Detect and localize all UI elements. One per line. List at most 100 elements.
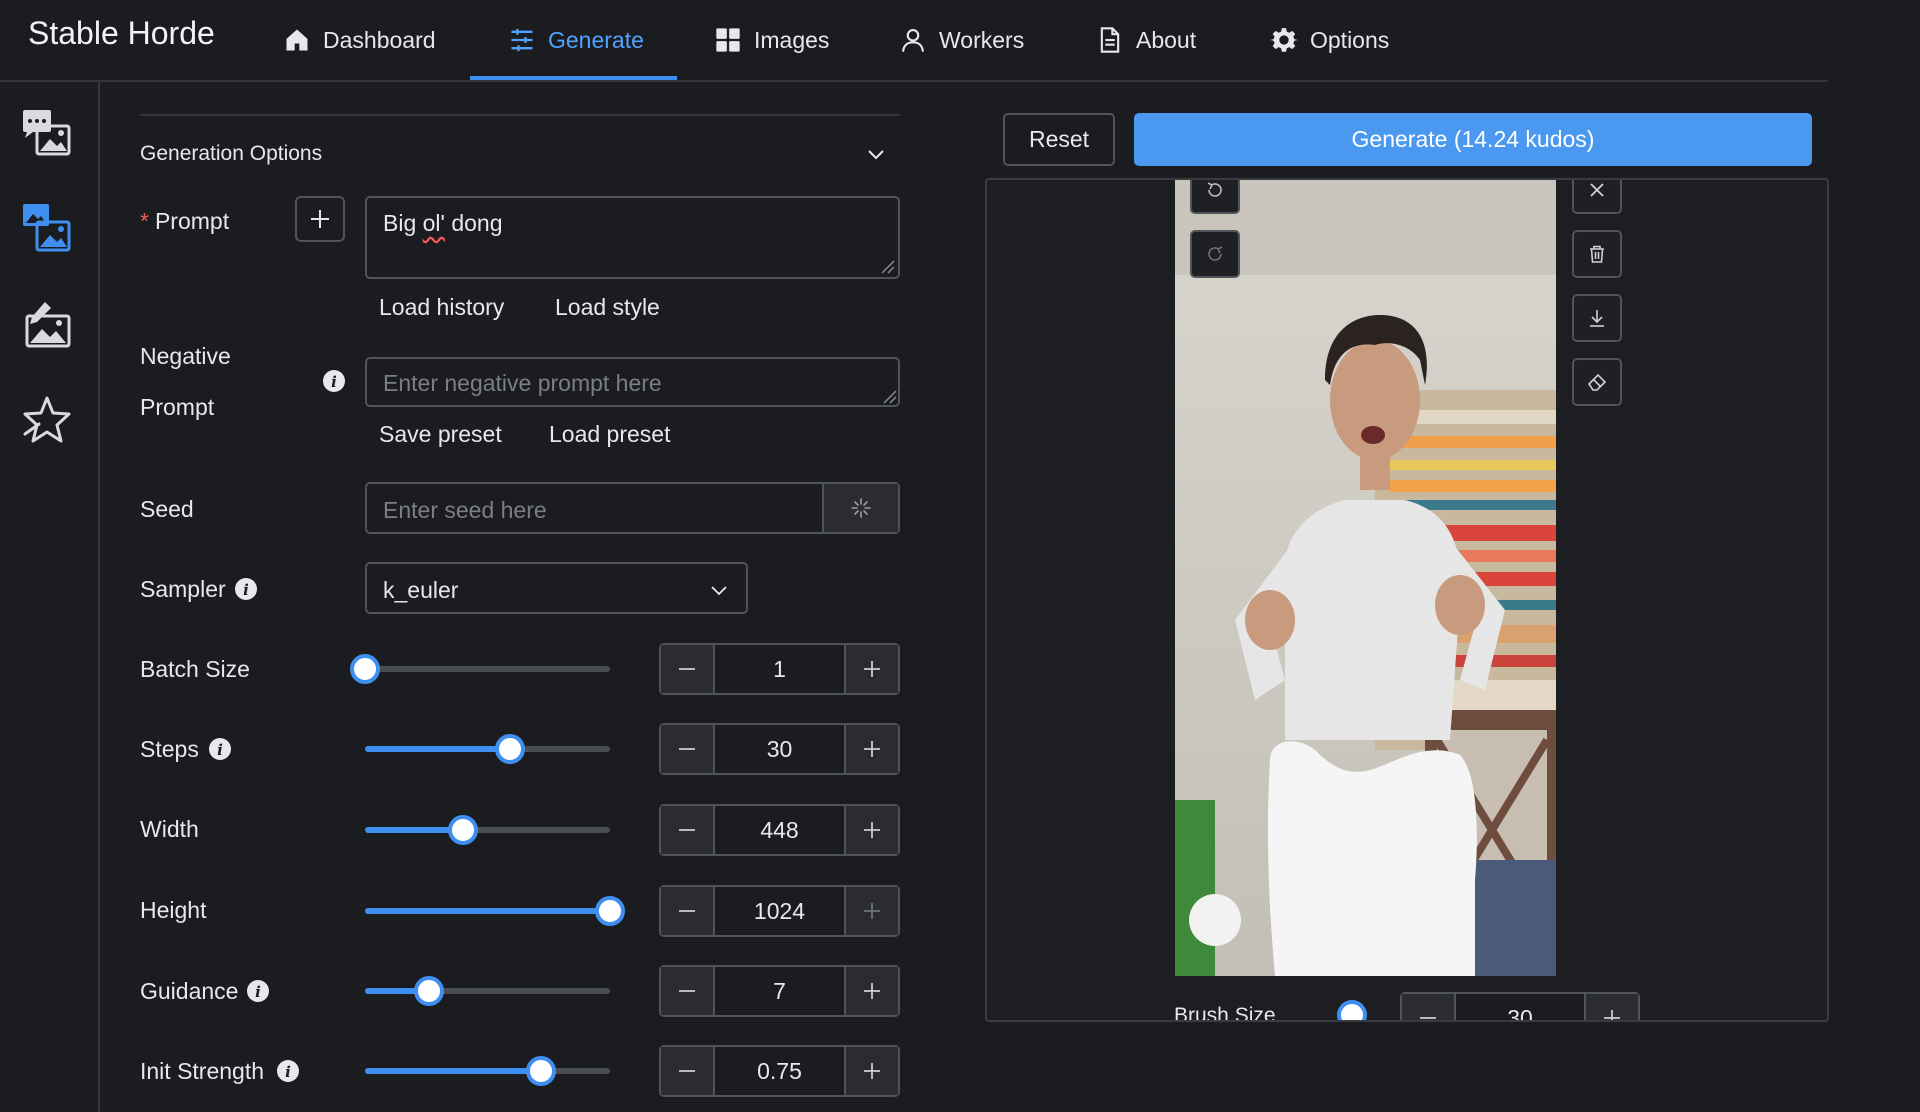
nav-images-label: Images	[754, 26, 830, 53]
load-history-link[interactable]: Load history	[379, 294, 504, 321]
resize-grip-icon[interactable]	[878, 257, 896, 275]
increment-button[interactable]	[846, 967, 898, 1015]
increment-button[interactable]	[846, 887, 898, 935]
width-value[interactable]: 448	[713, 806, 846, 854]
info-icon[interactable]: i	[234, 577, 258, 601]
grid-icon	[716, 28, 740, 52]
init-strength-value[interactable]: 0.75	[713, 1047, 846, 1095]
source-image[interactable]	[1175, 180, 1556, 976]
info-icon[interactable]: i	[246, 979, 270, 1003]
slider-thumb[interactable]	[526, 1056, 557, 1086]
section-divider	[140, 114, 900, 116]
slider-thumb[interactable]	[595, 896, 625, 926]
decrement-button[interactable]	[661, 967, 713, 1015]
brush-size-stepper: 30	[1400, 992, 1640, 1020]
add-prompt-button[interactable]	[295, 196, 345, 242]
nav-generate[interactable]: Generate	[508, 0, 644, 80]
decrement-button[interactable]	[661, 887, 713, 935]
decrement-button[interactable]	[661, 725, 713, 773]
undo-button[interactable]	[1190, 180, 1240, 214]
minus-icon	[1420, 1017, 1436, 1019]
image-to-image-icon[interactable]	[21, 202, 73, 254]
sampler-select[interactable]: k_euler	[365, 562, 748, 614]
eraser-button[interactable]	[1572, 358, 1622, 406]
plus-icon	[864, 983, 880, 999]
info-icon[interactable]: i	[276, 1059, 300, 1083]
increment-button[interactable]	[846, 645, 898, 693]
inpainting-icon[interactable]	[21, 298, 73, 350]
init-strength-slider[interactable]	[365, 1056, 610, 1086]
undo-icon	[1207, 182, 1222, 197]
increment-button[interactable]	[846, 1047, 898, 1095]
delete-button[interactable]	[1572, 230, 1622, 278]
guidance-slider[interactable]	[365, 976, 610, 1006]
nav-options[interactable]: Options	[1270, 0, 1389, 80]
trash-icon	[1590, 245, 1604, 263]
download-button[interactable]	[1572, 294, 1622, 342]
reset-button[interactable]: Reset	[1003, 113, 1115, 166]
load-style-link[interactable]: Load style	[555, 294, 660, 321]
negative-prompt-input[interactable]: Enter negative prompt here	[365, 357, 900, 407]
close-button[interactable]	[1572, 180, 1622, 214]
load-preset-link[interactable]: Load preset	[549, 421, 670, 448]
seed-input[interactable]: Enter seed here	[367, 484, 822, 532]
guidance-value[interactable]: 7	[713, 967, 846, 1015]
brand-title[interactable]: Stable Horde	[28, 15, 215, 52]
decrement-button[interactable]	[661, 645, 713, 693]
increment-button[interactable]	[1586, 994, 1638, 1020]
slider-thumb[interactable]	[413, 976, 444, 1006]
batch-size-slider[interactable]	[350, 654, 610, 684]
eraser-icon	[1587, 373, 1607, 391]
brush-size-thumb[interactable]	[1337, 1000, 1367, 1020]
slider-fill	[365, 746, 510, 752]
increment-button[interactable]	[846, 806, 898, 854]
batch-size-value[interactable]: 1	[713, 645, 846, 693]
save-preset-link[interactable]: Save preset	[379, 421, 502, 448]
nav-generate-label: Generate	[548, 26, 644, 53]
decrement-button[interactable]	[1402, 994, 1454, 1020]
gear-icon	[1270, 28, 1298, 52]
info-icon[interactable]: i	[208, 737, 232, 761]
nav-images[interactable]: Images	[714, 0, 829, 80]
generate-button[interactable]: Generate (14.24 kudos)	[1134, 113, 1812, 166]
height-label: Height	[140, 897, 207, 923]
redo-button[interactable]	[1190, 230, 1240, 278]
slider-thumb[interactable]	[350, 654, 380, 684]
width-slider[interactable]	[365, 815, 610, 845]
rating-star-icon[interactable]	[21, 394, 73, 446]
steps-label: Steps	[140, 736, 199, 762]
seed-label: Seed	[140, 496, 194, 522]
image-editor-canvas[interactable]: Brush Size 30	[985, 178, 1829, 1022]
nav-workers[interactable]: Workers	[899, 0, 1024, 80]
info-icon[interactable]: i	[322, 369, 346, 393]
prompt-input[interactable]: Big ol' dong	[365, 196, 900, 279]
user-icon	[902, 29, 924, 52]
decrement-button[interactable]	[661, 1047, 713, 1095]
chevron-down-icon[interactable]	[864, 142, 888, 166]
height-value[interactable]: 1024	[713, 887, 846, 935]
slider-fill	[365, 908, 610, 914]
nav-dashboard-label: Dashboard	[323, 26, 436, 53]
slider-thumb[interactable]	[448, 815, 478, 845]
sliders-icon	[511, 28, 533, 52]
steps-stepper: 30	[659, 723, 900, 775]
random-seed-button[interactable]	[822, 484, 898, 532]
home-icon	[286, 29, 308, 51]
minus-icon	[679, 748, 695, 750]
decrement-button[interactable]	[661, 806, 713, 854]
generation-options-title[interactable]: Generation Options	[140, 142, 322, 166]
text-to-image-icon[interactable]	[21, 106, 73, 158]
guidance-stepper: 7	[659, 965, 900, 1017]
svg-text:i: i	[243, 581, 249, 599]
negative-prompt-label-line1: Negative	[140, 343, 231, 369]
brush-size-value[interactable]: 30	[1454, 994, 1586, 1020]
steps-slider[interactable]	[365, 734, 610, 764]
nav-about[interactable]: About	[1096, 0, 1196, 80]
plus-icon	[864, 903, 880, 919]
slider-thumb[interactable]	[494, 734, 525, 764]
resize-grip-icon[interactable]	[880, 387, 898, 405]
increment-button[interactable]	[846, 725, 898, 773]
height-slider[interactable]	[365, 896, 625, 926]
nav-dashboard[interactable]: Dashboard	[283, 0, 436, 80]
steps-value[interactable]: 30	[713, 725, 846, 773]
